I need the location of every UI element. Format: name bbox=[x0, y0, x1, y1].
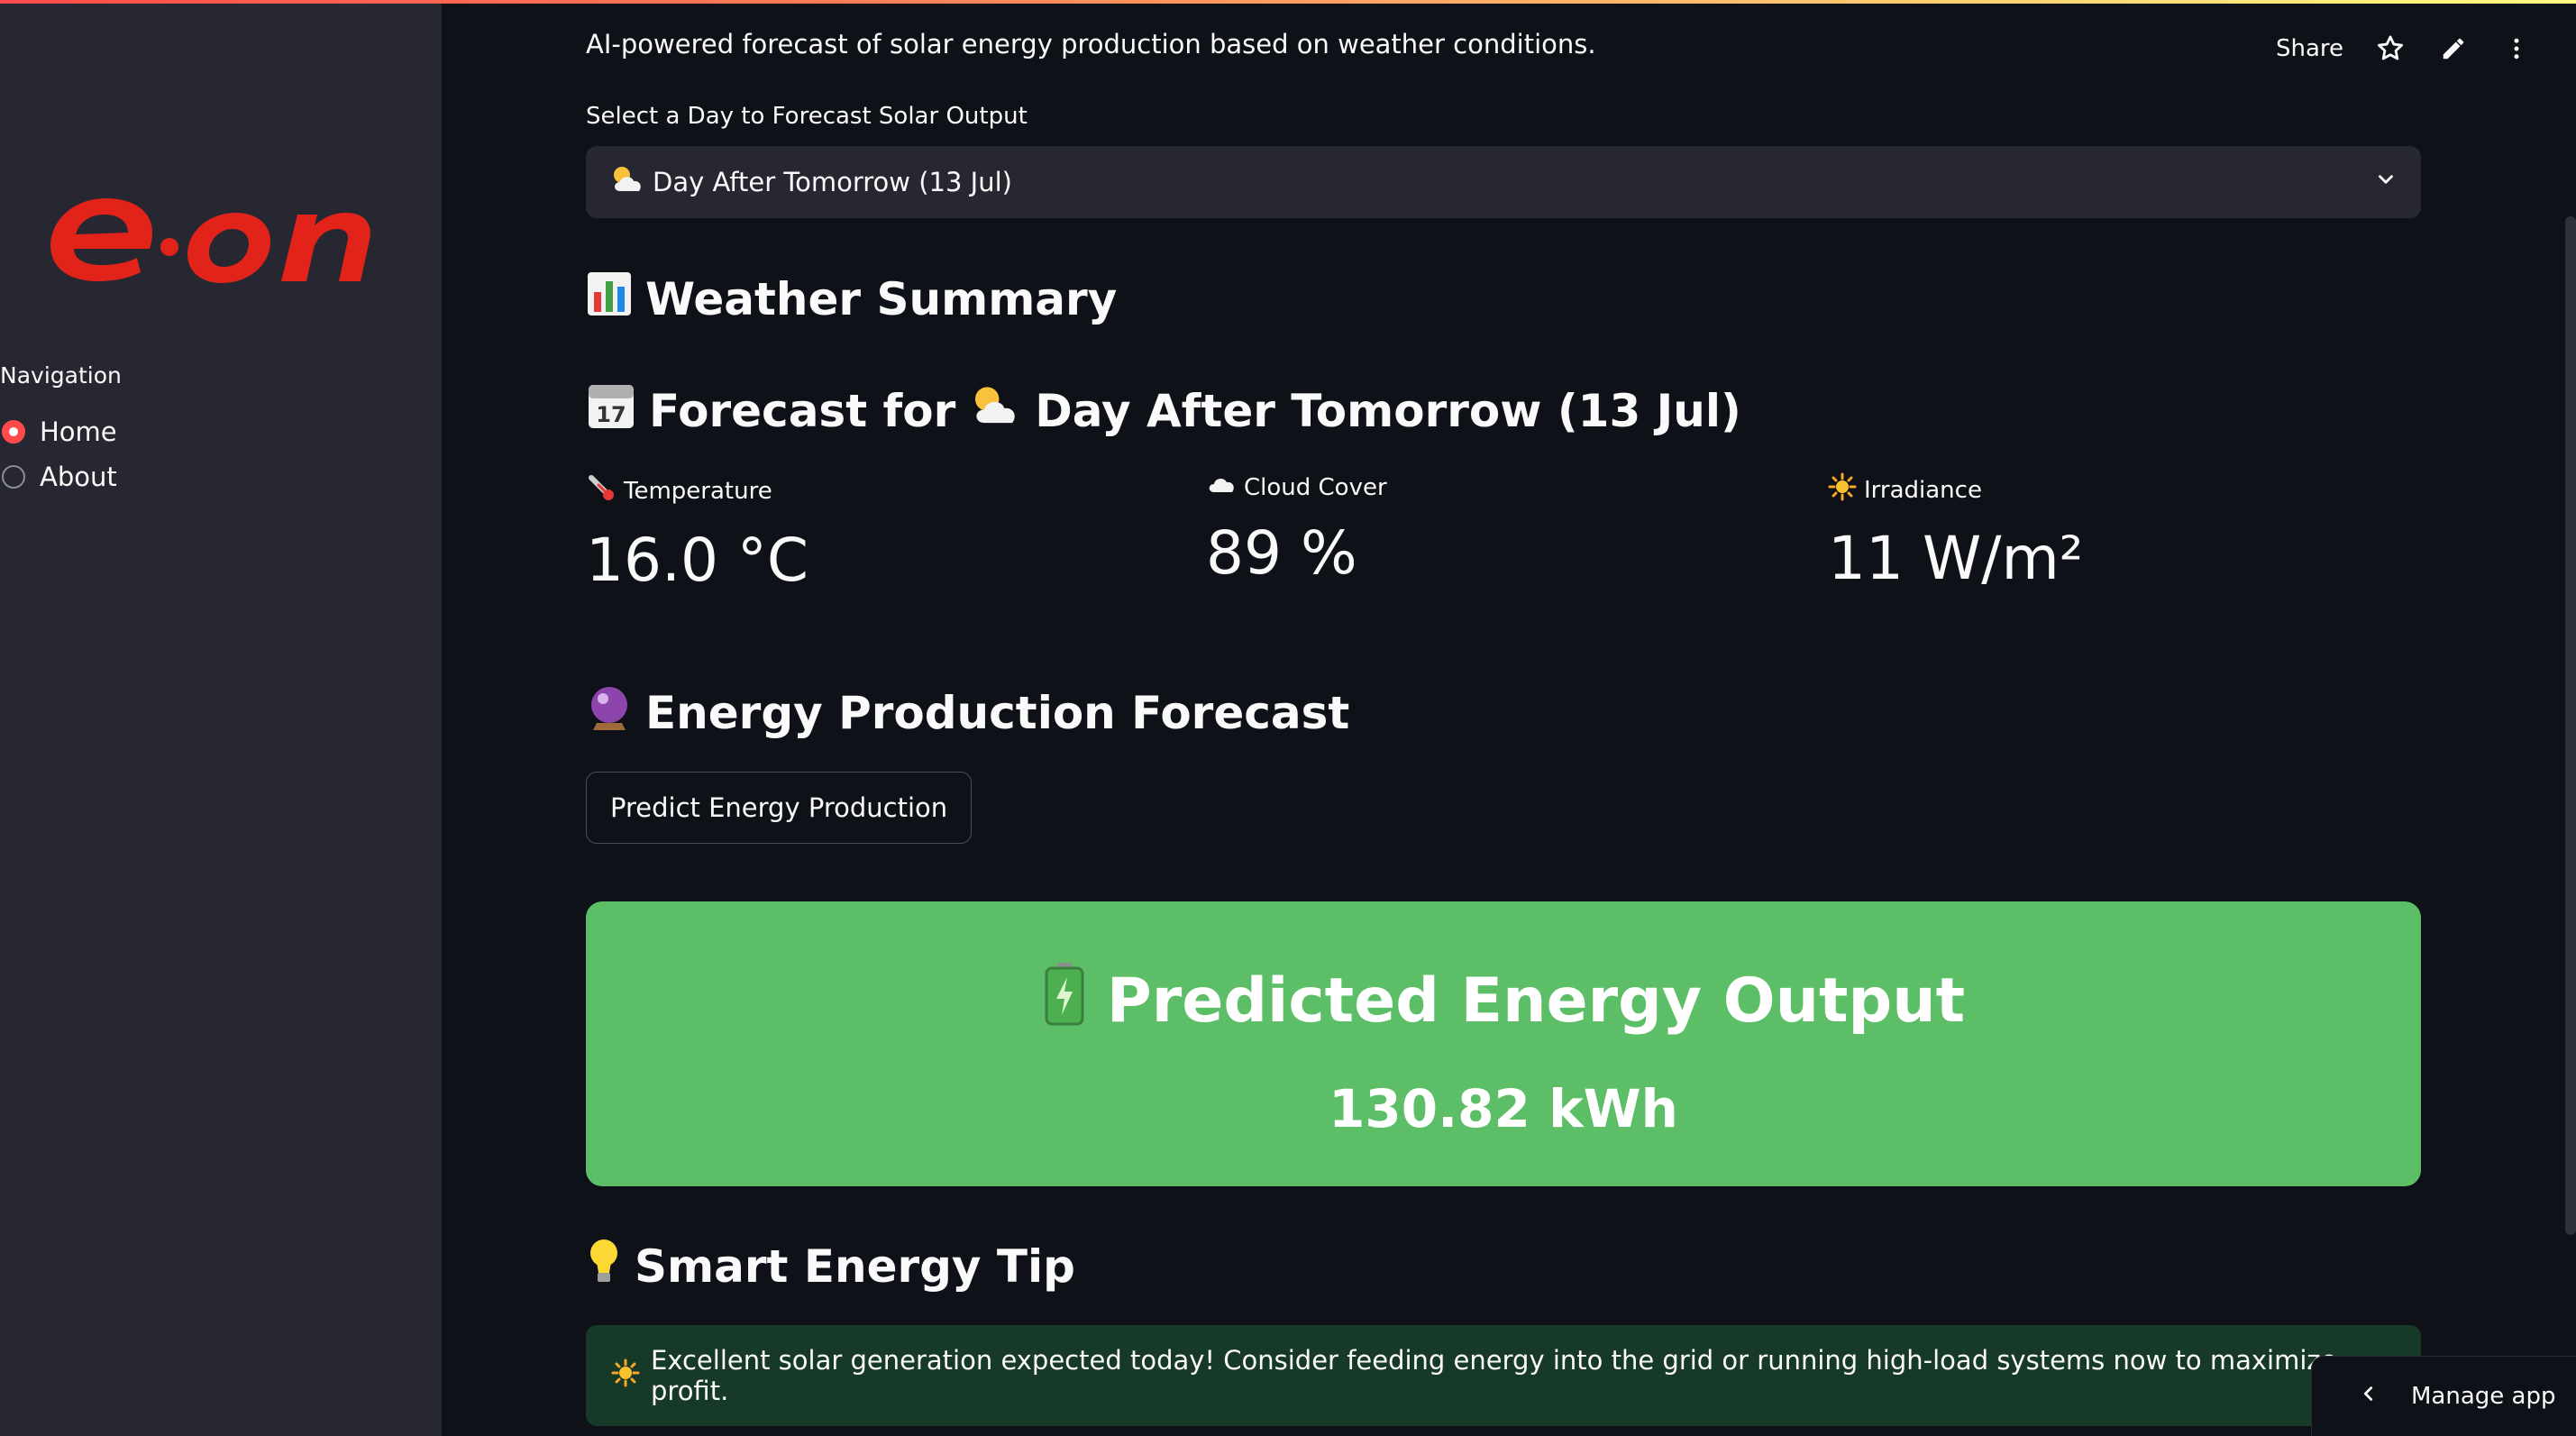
sun-behind-cloud-icon bbox=[968, 383, 1022, 439]
chevron-left-icon bbox=[2359, 1382, 2379, 1412]
battery-icon bbox=[1042, 961, 1087, 1041]
pencil-icon[interactable] bbox=[2437, 32, 2470, 65]
app-subtitle: AI-powered forecast of solar energy prod… bbox=[586, 29, 1596, 59]
cloud-icon bbox=[1206, 472, 1237, 502]
svg-text:17: 17 bbox=[596, 402, 626, 427]
weather-summary-title: Weather Summary bbox=[645, 273, 1118, 325]
metric-label: Irradiance bbox=[1864, 476, 1982, 504]
share-button[interactable]: Share bbox=[2276, 35, 2343, 62]
smart-tip-message-box: Excellent solar generation expected toda… bbox=[586, 1325, 2421, 1426]
main-content: AI-powered forecast of solar energy prod… bbox=[442, 0, 2576, 1436]
app-toolbar: Share bbox=[2276, 32, 2533, 65]
metric-value: 16.0 °C bbox=[586, 526, 809, 595]
sun-behind-cloud-icon bbox=[609, 164, 645, 201]
bar-chart-icon bbox=[586, 270, 633, 328]
smart-tip-message: Excellent solar generation expected toda… bbox=[651, 1345, 2337, 1406]
predict-energy-button[interactable]: Predict Energy Production bbox=[586, 772, 973, 844]
nav-radio-about[interactable]: About bbox=[0, 462, 117, 492]
sidebar: Navigation Home About bbox=[0, 0, 442, 1436]
top-accent-bar bbox=[0, 0, 2576, 4]
sun-icon bbox=[611, 1358, 640, 1394]
metric-label: Cloud Cover bbox=[1244, 473, 1387, 501]
nav-radio-label: About bbox=[40, 462, 117, 492]
more-vertical-icon[interactable] bbox=[2500, 32, 2533, 65]
predicted-output-card: Predicted Energy Output 130.82 kWh bbox=[586, 901, 2421, 1186]
predicted-output-title: Predicted Energy Output bbox=[1106, 965, 1966, 1037]
metric-value: 89 % bbox=[1206, 518, 1357, 588]
manage-app-label: Manage app bbox=[2411, 1383, 2556, 1410]
metric-label: Temperature bbox=[624, 477, 772, 505]
smart-tip-title: Smart Energy Tip bbox=[635, 1240, 1075, 1293]
nav-radio-home[interactable]: Home bbox=[0, 416, 117, 447]
metric-irradiance: Irradiance 11 W/m² bbox=[1828, 472, 2083, 593]
metric-temperature: Temperature 16.0 °C bbox=[586, 472, 808, 595]
nav-radio-label: Home bbox=[40, 416, 117, 447]
forecast-day: Day After Tomorrow (13 Jul) bbox=[1035, 385, 1741, 437]
energy-forecast-title: Energy Production Forecast bbox=[645, 687, 1350, 739]
forecast-prefix: Forecast for bbox=[649, 385, 956, 437]
predicted-output-heading: Predicted Energy Output bbox=[586, 961, 2421, 1041]
forecast-heading: 17 Forecast for Day After Tomorrow (13 J… bbox=[586, 380, 1741, 442]
radio-checked-icon[interactable] bbox=[2, 420, 25, 444]
sun-icon bbox=[1828, 472, 1857, 508]
manage-app-button[interactable]: Manage app bbox=[2311, 1356, 2576, 1436]
eon-logo bbox=[50, 198, 370, 283]
energy-forecast-heading: Energy Production Forecast bbox=[586, 683, 1349, 743]
day-select-label: Select a Day to Forecast Solar Output bbox=[586, 103, 1028, 130]
calendar-icon: 17 bbox=[586, 380, 636, 442]
metric-value: 11 W/m² bbox=[1828, 524, 2084, 593]
predicted-output-value: 130.82 kWh bbox=[1329, 1078, 1678, 1139]
radio-unchecked-icon[interactable] bbox=[2, 465, 25, 489]
crystal-ball-icon bbox=[586, 683, 633, 743]
light-bulb-icon bbox=[586, 1237, 622, 1296]
day-select-value: Day After Tomorrow (13 Jul) bbox=[653, 167, 1012, 197]
weather-summary-heading: Weather Summary bbox=[586, 270, 1117, 328]
thermometer-icon bbox=[586, 472, 617, 509]
chevron-down-icon[interactable] bbox=[2374, 167, 2398, 197]
day-select[interactable]: Day After Tomorrow (13 Jul) bbox=[586, 146, 2421, 218]
navigation-label: Navigation bbox=[0, 362, 122, 389]
smart-tip-heading: Smart Energy Tip bbox=[586, 1237, 1075, 1296]
star-icon[interactable] bbox=[2374, 32, 2407, 65]
metric-cloud-cover: Cloud Cover 89 % bbox=[1206, 472, 1387, 589]
scrollbar[interactable] bbox=[2565, 216, 2576, 1235]
